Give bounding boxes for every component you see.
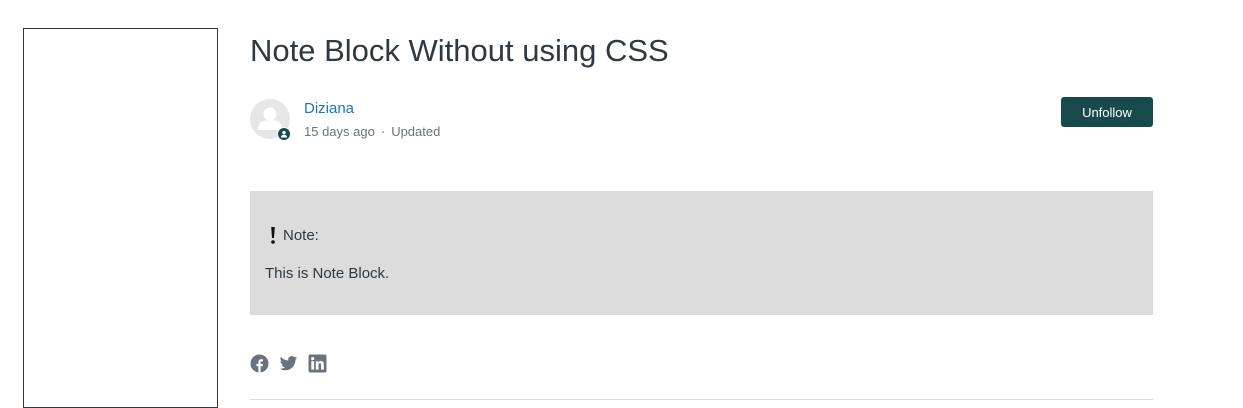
note-block: Note: This is Note Block. — [250, 191, 1153, 315]
twitter-icon[interactable] — [279, 354, 298, 373]
note-heading-label: Note: — [283, 226, 319, 244]
share-links — [250, 354, 327, 373]
posted-time: 15 days ago — [304, 124, 375, 139]
note-heading: Note: — [269, 225, 319, 245]
unfollow-button[interactable]: Unfollow — [1061, 97, 1153, 127]
content-divider — [250, 399, 1153, 400]
agent-badge-icon — [277, 127, 291, 141]
article: Note Block Without using CSS Diziana 15 … — [250, 0, 1153, 402]
author-name-link[interactable]: Diziana — [304, 100, 354, 117]
note-body: This is Note Block. — [265, 265, 390, 282]
sidebar-panel — [23, 28, 218, 408]
linkedin-icon[interactable] — [308, 354, 327, 373]
meta-separator: · — [380, 124, 386, 139]
article-meta: 15 days ago · Updated — [304, 124, 440, 139]
article-title: Note Block Without using CSS — [250, 33, 669, 68]
exclamation-icon — [271, 227, 275, 244]
facebook-icon[interactable] — [250, 354, 269, 373]
updated-status: Updated — [391, 124, 441, 139]
